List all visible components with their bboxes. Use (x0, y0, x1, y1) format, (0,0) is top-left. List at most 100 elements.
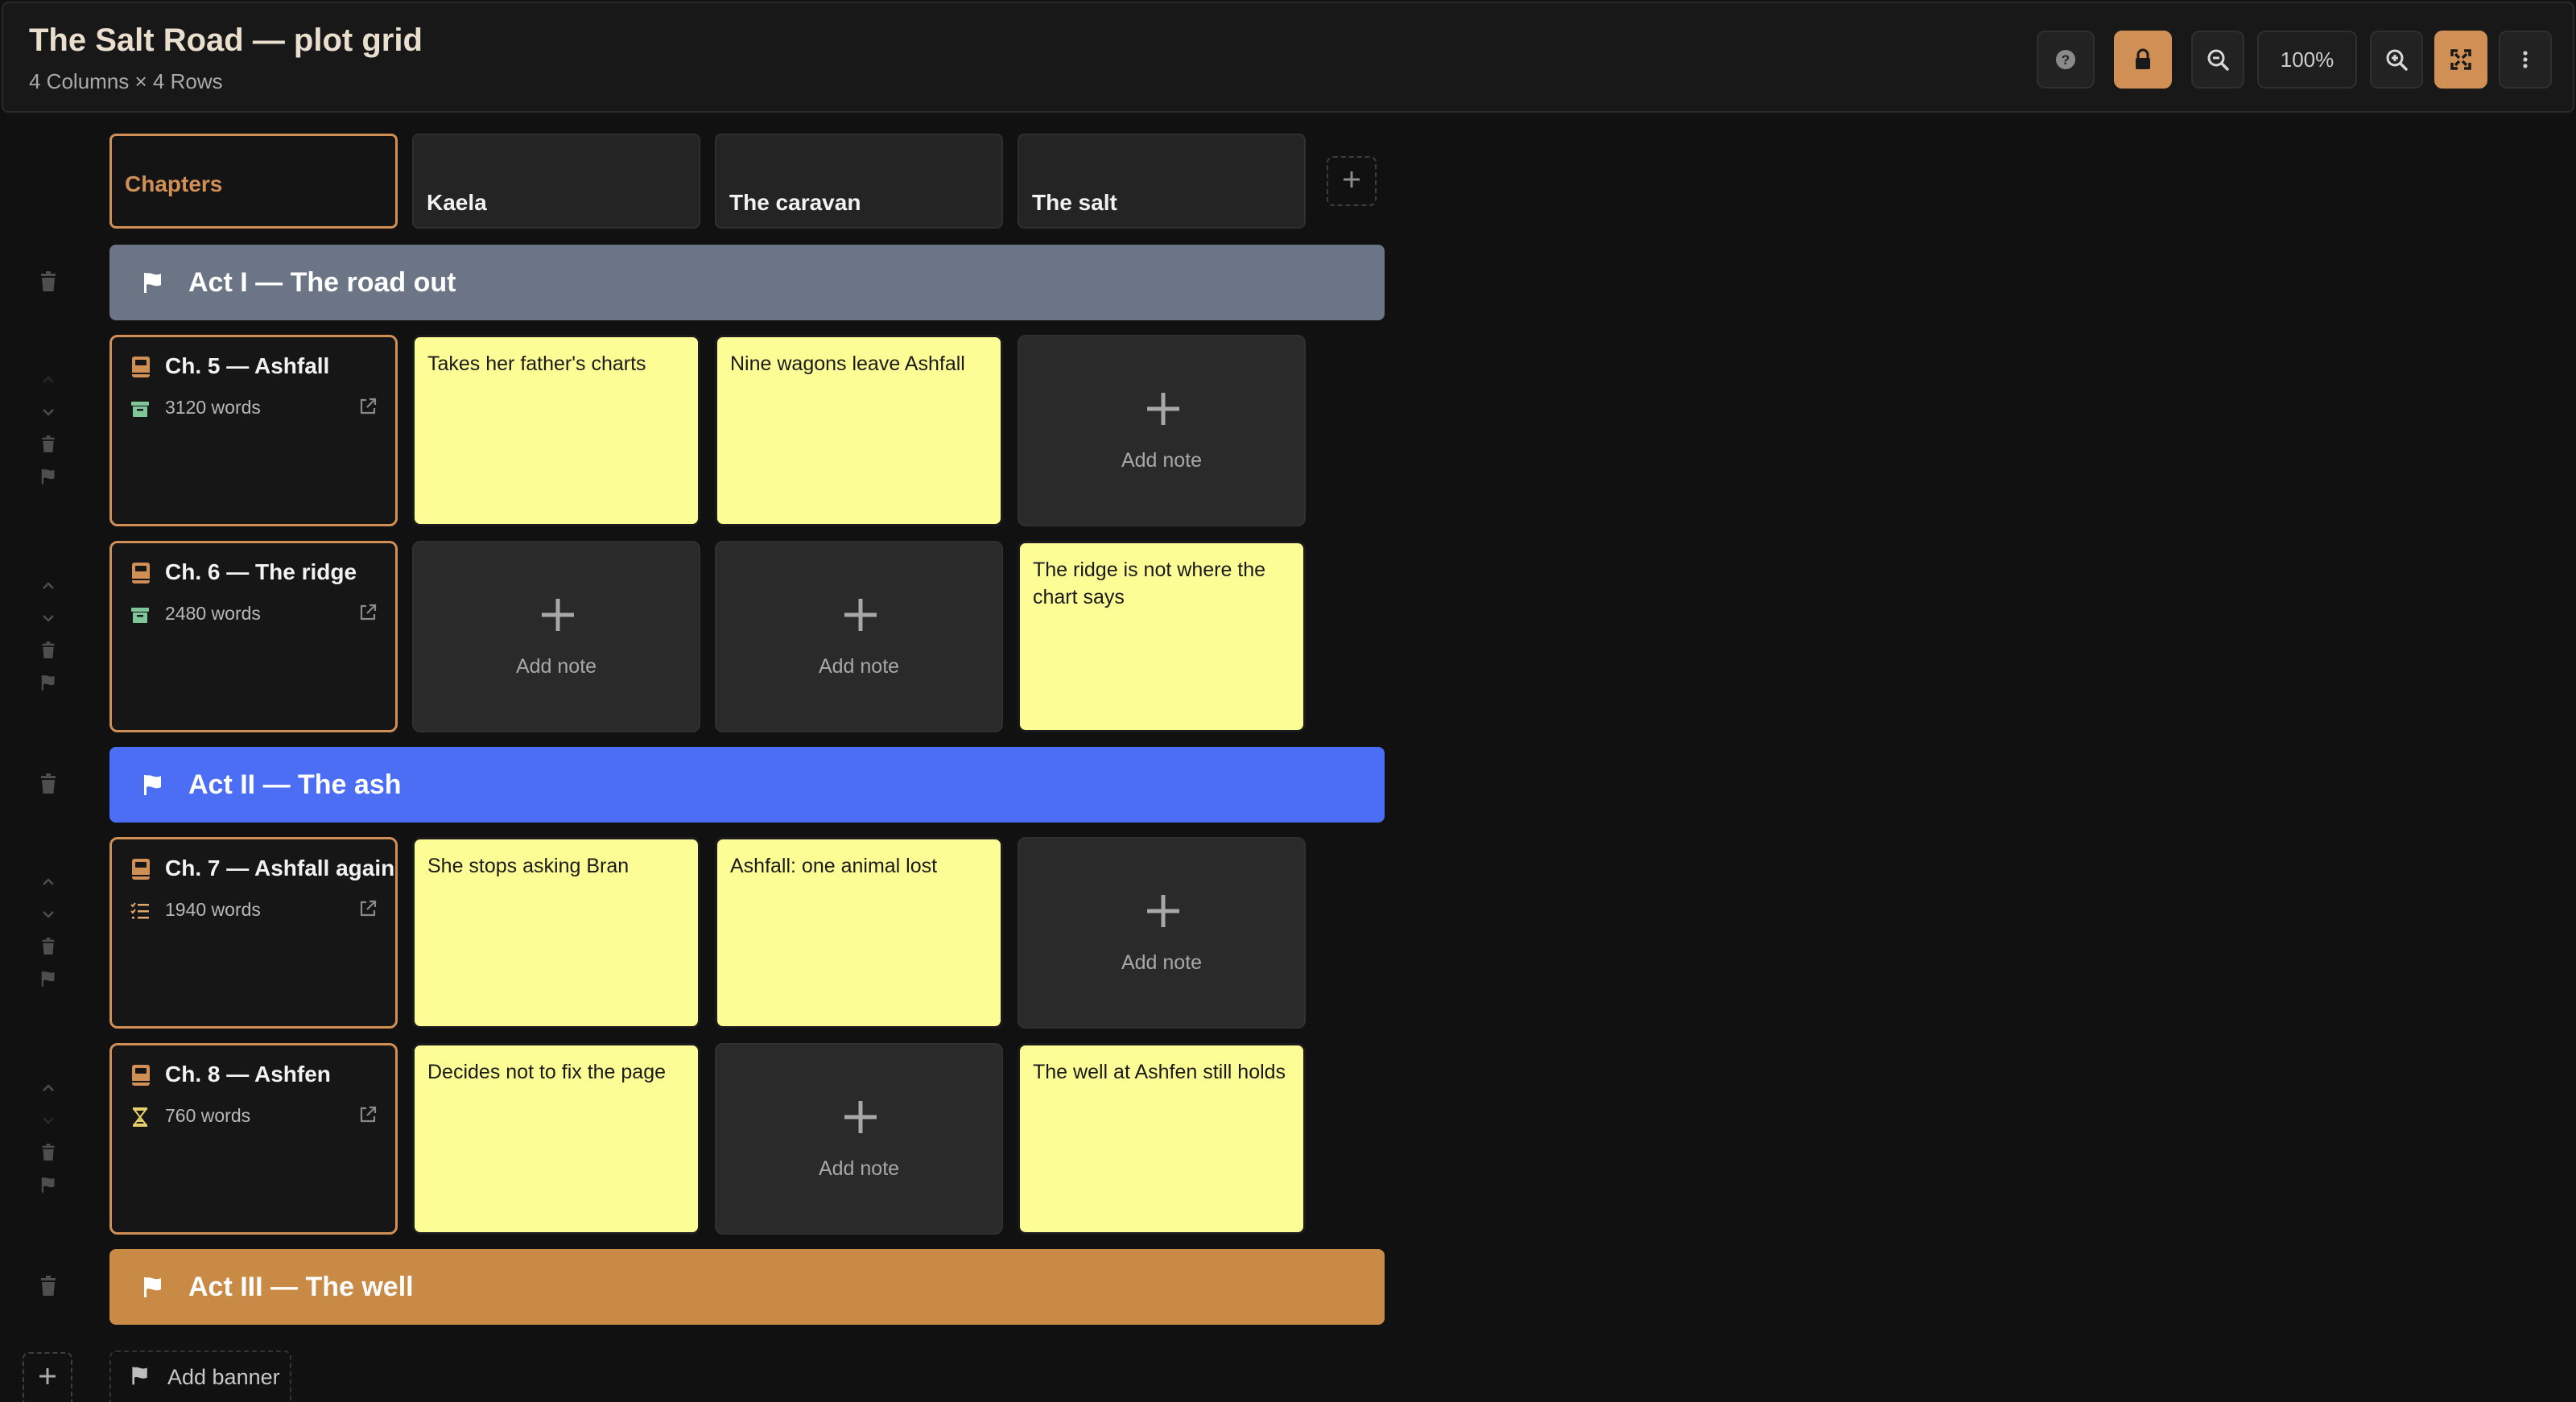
flag-icon (140, 772, 166, 798)
note-card[interactable]: The well at Ashfen still holds (1018, 1043, 1306, 1235)
add-note-button[interactable]: Add note (715, 541, 1003, 732)
chapter-card[interactable]: Ch. 6 — The ridge 2480 words (109, 541, 398, 732)
add-note-button[interactable]: Add note (1018, 335, 1306, 526)
insert-banner-button[interactable] (37, 967, 60, 990)
add-note-button[interactable]: Add note (412, 541, 700, 732)
delete-row-button[interactable] (37, 935, 60, 958)
chevron-up-icon (39, 370, 58, 390)
delete-banner-button[interactable] (37, 270, 60, 293)
zoom-level[interactable]: 100% (2257, 31, 2357, 89)
chevron-up-icon (39, 872, 58, 892)
help-button[interactable]: ? (2037, 31, 2095, 89)
add-note-label: Add note (818, 655, 900, 678)
trash-icon (39, 1276, 58, 1297)
word-count: 760 words (165, 1105, 251, 1126)
delete-row-button[interactable] (37, 1141, 60, 1164)
add-note-button[interactable]: Add note (1018, 837, 1306, 1029)
banner-title: Act II — The ash (188, 769, 402, 800)
book-icon (130, 1063, 152, 1091)
flag-icon (39, 466, 58, 487)
chevron-down-icon (39, 1111, 58, 1130)
act-banner[interactable]: Act III — The well (109, 1249, 1385, 1325)
add-row-button[interactable] (23, 1352, 72, 1402)
chapter-card[interactable]: Ch. 7 — Ashfall again 1940 words (109, 837, 398, 1029)
fullscreen-button[interactable] (2434, 31, 2487, 89)
more-vertical-icon (2513, 47, 2537, 72)
flag-icon (140, 1274, 166, 1300)
zoom-out-button[interactable] (2191, 31, 2244, 89)
move-row-up-button[interactable] (37, 1077, 60, 1099)
chevron-up-icon (39, 1078, 58, 1098)
move-row-up-button[interactable] (37, 575, 60, 597)
column-header-the-caravan[interactable]: The caravan (715, 134, 1003, 229)
note-card[interactable]: Decides not to fix the page (412, 1043, 700, 1235)
column-label: The caravan (729, 190, 861, 215)
external-link-icon[interactable] (358, 899, 378, 922)
act-banner[interactable]: Act I — The road out (109, 245, 1385, 320)
plus-icon (841, 1098, 880, 1140)
add-banner-button[interactable]: Add banner (109, 1350, 291, 1402)
column-label: Kaela (427, 190, 487, 215)
column-header-kaela[interactable]: Kaela (412, 134, 700, 229)
trash-icon (40, 435, 56, 453)
note-card[interactable]: She stops asking Bran (412, 837, 700, 1029)
word-count: 2480 words (165, 603, 261, 624)
zoom-out-icon (2206, 47, 2230, 72)
hourglass-icon (130, 1107, 151, 1132)
move-row-up-button[interactable] (37, 871, 60, 893)
plus-icon (36, 1365, 59, 1392)
move-row-down-button[interactable] (37, 1109, 60, 1132)
delete-banner-button[interactable] (37, 773, 60, 795)
grid-dimensions: 4 Columns × 4 Rows (29, 69, 223, 93)
act-banner[interactable]: Act II — The ash (109, 747, 1385, 823)
note-card[interactable]: The ridge is not where the chart says (1018, 541, 1306, 732)
chapter-card[interactable]: Ch. 5 — Ashfall 3120 words (109, 335, 398, 526)
note-card[interactable]: Takes her father's charts (412, 335, 700, 526)
chapter-card[interactable]: Ch. 8 — Ashfen 760 words (109, 1043, 398, 1235)
delete-banner-button[interactable] (37, 1275, 60, 1297)
external-link-icon[interactable] (358, 1105, 378, 1128)
checklist-icon (130, 901, 151, 926)
move-row-down-button[interactable] (37, 903, 60, 926)
chapter-title: Ch. 5 — Ashfall (165, 353, 330, 378)
delete-row-button[interactable] (37, 639, 60, 662)
note-card[interactable]: Ashfall: one animal lost (715, 837, 1003, 1029)
insert-banner-button[interactable] (37, 1173, 60, 1196)
archive-icon (130, 604, 151, 629)
move-row-down-button[interactable] (37, 401, 60, 423)
column-label: Chapters (125, 171, 223, 196)
move-row-up-button[interactable] (37, 369, 60, 391)
add-note-label: Add note (818, 1157, 900, 1180)
chevron-up-icon (39, 576, 58, 596)
external-link-icon[interactable] (358, 397, 378, 420)
flag-icon (129, 1364, 151, 1391)
zoom-in-button[interactable] (2370, 31, 2423, 89)
add-column-button[interactable] (1327, 156, 1377, 206)
note-card[interactable]: Nine wagons leave Ashfall (715, 335, 1003, 526)
chapter-title: Ch. 6 — The ridge (165, 559, 357, 584)
chevron-down-icon (39, 608, 58, 628)
banner-title: Act I — The road out (188, 266, 456, 298)
insert-banner-button[interactable] (37, 465, 60, 488)
external-link-icon[interactable] (358, 603, 378, 626)
column-label: The salt (1032, 190, 1117, 215)
plus-icon (1144, 892, 1183, 934)
column-header-chapters[interactable]: Chapters (109, 134, 398, 229)
lock-button[interactable] (2114, 31, 2172, 89)
flag-icon (39, 1174, 58, 1195)
help-icon: ? (2054, 47, 2078, 72)
add-note-button[interactable]: Add note (715, 1043, 1003, 1235)
plus-icon (1340, 168, 1363, 195)
trash-icon (39, 773, 58, 794)
move-row-down-button[interactable] (37, 607, 60, 629)
column-header-the-salt[interactable]: The salt (1018, 134, 1306, 229)
zoom-in-icon (2384, 47, 2409, 72)
archive-icon (130, 398, 151, 423)
word-count: 1940 words (165, 899, 261, 920)
trash-icon (40, 1144, 56, 1161)
more-menu-button[interactable] (2499, 31, 2552, 89)
trash-icon (40, 641, 56, 659)
delete-row-button[interactable] (37, 433, 60, 456)
insert-banner-button[interactable] (37, 671, 60, 694)
book-icon (130, 857, 152, 885)
